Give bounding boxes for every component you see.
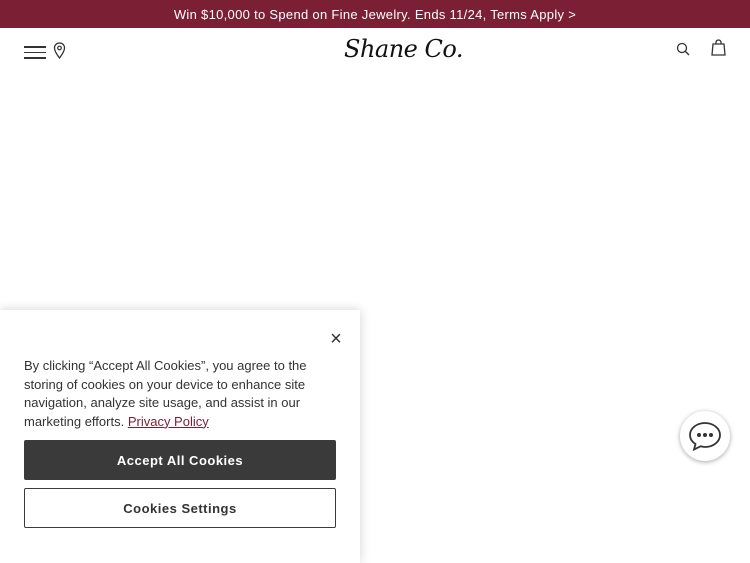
promo-banner[interactable]: Win $10,000 to Spend on Fine Jewelry. En…	[0, 0, 750, 28]
shopping-bag-icon[interactable]	[711, 39, 726, 56]
promo-text[interactable]: Win $10,000 to Spend on Fine Jewelry. En…	[174, 7, 576, 22]
chat-button[interactable]	[680, 411, 730, 461]
store-locator-icon[interactable]	[53, 42, 66, 59]
privacy-policy-link[interactable]: Privacy Policy	[128, 414, 209, 429]
cookie-consent-panel: × By clicking “Accept All Cookies”, you …	[0, 310, 360, 563]
cookie-message: By clicking “Accept All Cookies”, you ag…	[24, 357, 328, 431]
chat-icon	[689, 422, 721, 451]
close-icon[interactable]: ×	[328, 329, 344, 349]
cookies-settings-button[interactable]: Cookies Settings	[24, 488, 336, 528]
logo[interactable]: Shane Co.	[344, 34, 464, 64]
menu-icon[interactable]	[24, 46, 46, 59]
search-icon[interactable]	[676, 42, 690, 56]
accept-all-cookies-button[interactable]: Accept All Cookies	[24, 440, 336, 480]
site-header: Shane Co.	[0, 28, 750, 72]
